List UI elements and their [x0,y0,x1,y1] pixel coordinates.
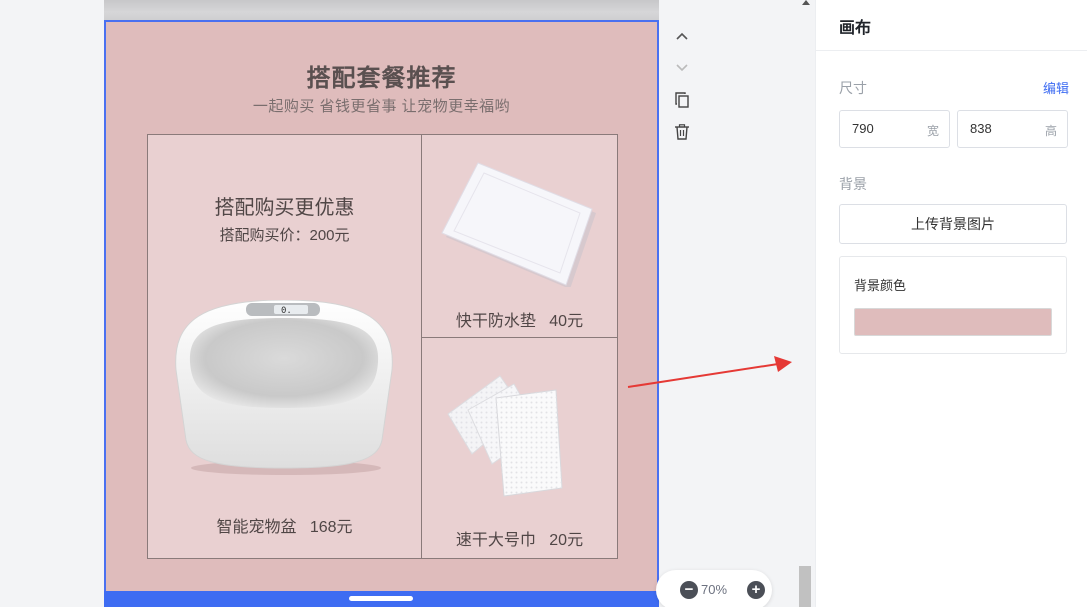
copy-icon [675,92,689,108]
duplicate-button[interactable] [668,86,696,114]
waterproof-pad-image [441,162,596,287]
bundle-price: 搭配购买价：200元 [219,227,350,244]
panel-divider [816,50,1087,51]
bottom-product-name: 速干大号巾 [455,532,536,549]
height-value: 838 [970,121,992,136]
main-product-name: 智能宠物盆 [216,519,297,536]
height-field[interactable]: 838 高 [957,110,1068,148]
zoom-control: − 70% + [656,570,772,607]
canvas-area: 搭配套餐推荐 一起购买 省钱更省事 让宠物更幸福哟 搭配购买更优惠 搭配购买价：… [0,0,815,607]
size-label: 尺寸 [839,80,867,96]
background-color-swatch[interactable] [854,308,1052,336]
chevron-up-icon [676,32,688,40]
delete-button[interactable] [668,118,696,146]
top-product-name: 快干防水垫 [455,313,536,330]
canvas-scrollbar[interactable] [797,0,815,607]
resize-handle[interactable] [349,596,413,601]
width-value: 790 [852,121,874,136]
width-unit: 宽 [926,124,939,138]
towel-image [447,375,563,497]
main-product-price: 168元 [309,519,353,536]
main-product-cell: 搭配购买更优惠 搭配购买价：200元 0. 智能宠物盆 168元 [148,135,422,558]
move-down-button[interactable] [668,54,696,82]
top-product-caption: 快干防水垫 40元 [422,307,617,331]
move-up-button[interactable] [668,22,696,50]
poster-section[interactable]: 搭配套餐推荐 一起购买 省钱更省事 让宠物更幸福哟 搭配购买更优惠 搭配购买价：… [104,20,659,607]
background-color-label: 背景颜色 [854,278,907,293]
bottom-product-caption: 速干大号巾 20元 [422,526,617,550]
scroll-up-arrow-icon[interactable] [802,0,810,5]
product-grid: 搭配购买更优惠 搭配购买价：200元 0. 智能宠物盆 168元 快干防水垫 4… [147,134,618,559]
zoom-in-button[interactable]: + [747,581,765,599]
bottom-product-price: 20元 [549,532,584,549]
pet-bowl-image: 0. [175,300,393,475]
scrollbar-thumb[interactable] [799,566,811,607]
panel-title: 画布 [839,20,872,37]
upload-background-button[interactable]: 上传背景图片 [839,204,1067,244]
top-product-cell: 快干防水垫 40元 [422,135,617,338]
top-product-price: 40元 [549,313,584,330]
section-resize-bar[interactable] [104,591,659,607]
background-label: 背景 [839,176,867,192]
previous-section-image[interactable] [104,0,659,20]
background-color-card: 背景颜色 [839,256,1067,354]
main-product-caption: 智能宠物盆 168元 [148,513,421,537]
bowl-display-digits: 0. [281,306,292,316]
zoom-level: 70% [700,582,728,597]
poster-subtitle: 一起购买 省钱更省事 让宠物更幸福哟 [252,98,511,115]
bundle-heading: 搭配购买更优惠 [214,197,355,219]
trash-icon [675,124,689,140]
poster-title: 搭配套餐推荐 [306,65,457,92]
edit-size-link[interactable]: 编辑 [1043,78,1069,97]
bottom-product-cell: 速干大号巾 20元 [422,338,617,558]
properties-panel: 画布 尺寸 编辑 790 宽 838 高 背景 上传背景图片 背景颜色 [815,0,1087,607]
chevron-down-icon [676,64,688,72]
pointer-arrow [627,356,792,388]
height-unit: 高 [1044,124,1057,138]
width-field[interactable]: 790 宽 [839,110,950,148]
